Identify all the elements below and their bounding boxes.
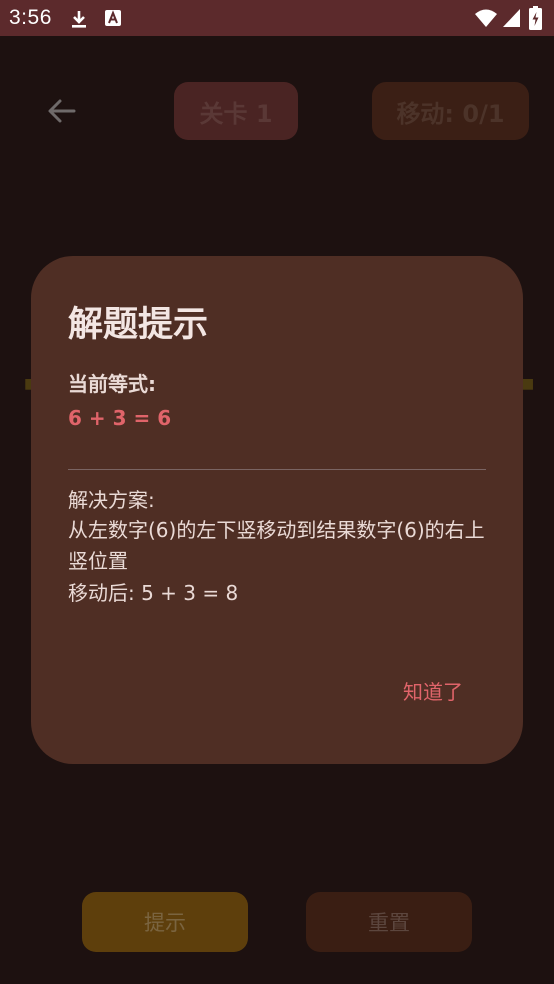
battery-icon [529, 6, 542, 34]
hint-dialog: 解题提示 当前等式: 6 + 3 = 6 解决方案: 从左数字(6)的左下竖移动… [31, 256, 523, 764]
text-a-icon [104, 9, 122, 31]
level-indicator: 关卡 1 [174, 82, 298, 140]
reset-button[interactable]: 重置 [306, 892, 472, 952]
signal-icon [502, 8, 521, 32]
status-time: 3:56 [9, 6, 52, 29]
status-bar: 3:56 [0, 0, 554, 36]
dialog-divider [68, 469, 486, 470]
solution-text: 从左数字(6)的左下竖移动到结果数字(6)的右上竖位置 [68, 518, 485, 573]
current-equation-label: 当前等式: [68, 372, 156, 396]
dialog-title: 解题提示 [68, 305, 209, 345]
arrow-left-icon [40, 99, 84, 138]
wifi-icon [474, 8, 498, 32]
current-equation-value: 6 + 3 = 6 [68, 406, 172, 430]
download-icon [69, 9, 89, 33]
after-move-text: 移动后: 5 + 3 = 8 [68, 581, 239, 605]
moves-counter: 移动: 0/1 [372, 82, 529, 140]
solution-label: 解决方案: [68, 488, 155, 512]
ok-button[interactable]: 知道了 [391, 668, 475, 712]
hint-button[interactable]: 提示 [82, 892, 248, 952]
back-button[interactable] [40, 90, 84, 134]
